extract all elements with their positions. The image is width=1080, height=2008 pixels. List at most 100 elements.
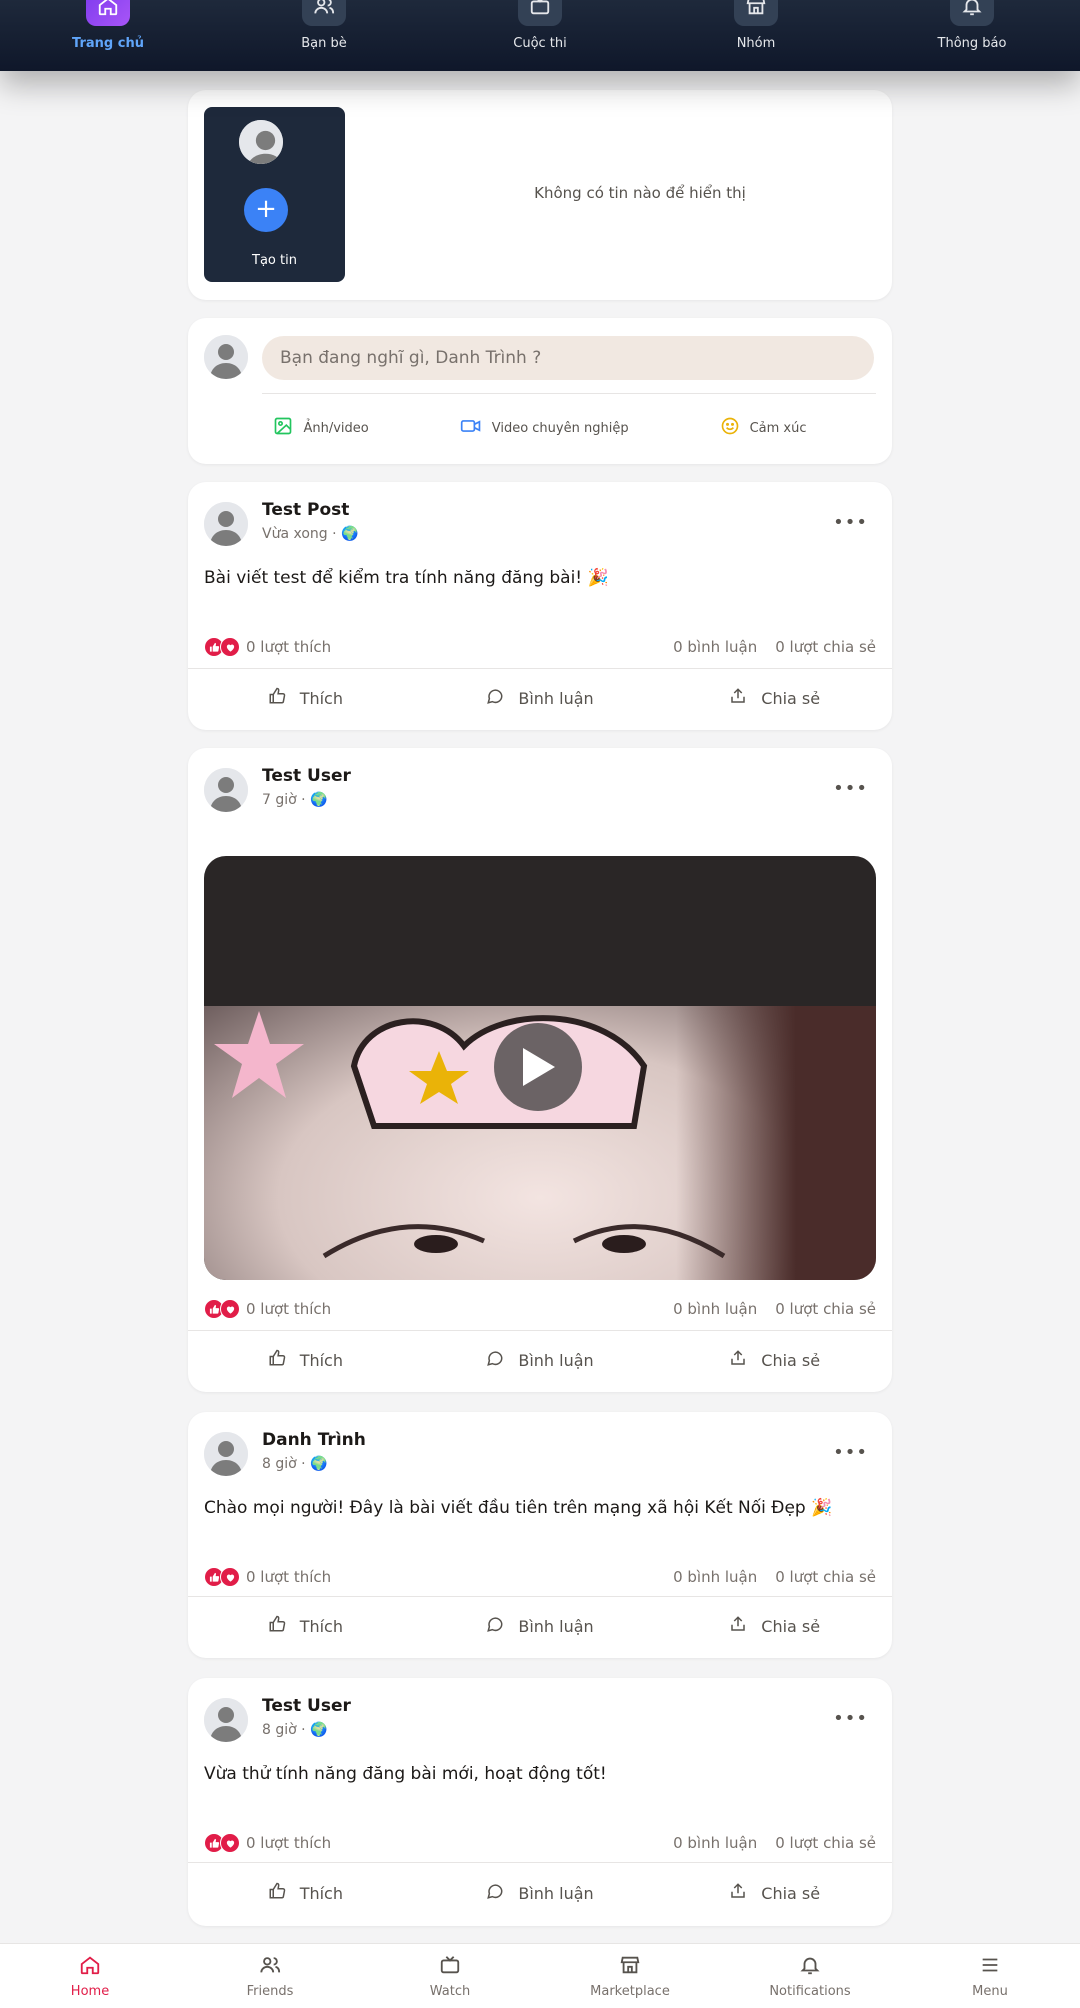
share-button[interactable]: Chia sẻ bbox=[657, 1337, 892, 1383]
bottom-nav-friends[interactable]: Friends bbox=[180, 1944, 360, 2008]
tv-icon bbox=[439, 1954, 461, 1980]
share-button[interactable]: Chia sẻ bbox=[657, 675, 892, 721]
create-story-button[interactable]: + Tạo tin bbox=[204, 107, 345, 282]
share-button[interactable]: Chia sẻ bbox=[657, 1870, 892, 1916]
divider bbox=[262, 393, 876, 394]
top-nav-label: Nhóm bbox=[736, 36, 776, 51]
like-label: Thích bbox=[299, 1616, 343, 1636]
like-button[interactable]: Thích bbox=[188, 675, 423, 721]
comment-count[interactable]: 0 bình luận bbox=[673, 1300, 757, 1318]
top-nav-item-contests[interactable]: Cuộc thi bbox=[432, 0, 648, 71]
post-actions: Thích Bình luận Chia sẻ bbox=[188, 675, 892, 721]
compose-input[interactable]: Bạn đang nghĩ gì, Danh Trình ? bbox=[262, 336, 874, 380]
post-stats: 0 lượt thích 0 bình luận 0 lượt chia sẻ bbox=[204, 1297, 876, 1321]
post-text: Vừa thử tính năng đăng bài mới, hoạt độn… bbox=[204, 1764, 607, 1784]
friends-icon bbox=[259, 1954, 281, 1980]
top-nav-item-friends[interactable]: Bạn bè bbox=[216, 0, 432, 71]
home-icon bbox=[79, 1954, 101, 1980]
post-author[interactable]: Test Post bbox=[262, 500, 349, 520]
feeling-button[interactable]: Cảm xúc bbox=[720, 414, 807, 442]
share-icon bbox=[729, 687, 747, 709]
thumbs-up-icon bbox=[268, 1349, 286, 1371]
image-icon bbox=[273, 416, 293, 440]
thumbs-up-icon bbox=[268, 1615, 286, 1637]
like-count[interactable]: 0 lượt thích bbox=[246, 638, 331, 656]
play-icon[interactable] bbox=[494, 1023, 582, 1111]
more-options-icon[interactable]: ••• bbox=[833, 512, 868, 533]
reaction-icons bbox=[204, 1567, 240, 1587]
tv-icon bbox=[518, 0, 562, 26]
post-actions: Thích Bình luận Chia sẻ bbox=[188, 1870, 892, 1916]
post-card: Danh Trình 8 giờ · 🌍 ••• Chào mọi người!… bbox=[188, 1412, 892, 1658]
share-icon bbox=[729, 1349, 747, 1371]
create-story-label: Tạo tin bbox=[252, 253, 297, 268]
more-options-icon[interactable]: ••• bbox=[833, 778, 868, 799]
like-button[interactable]: Thích bbox=[188, 1337, 423, 1383]
bottom-nav-marketplace[interactable]: Marketplace bbox=[540, 1944, 720, 2008]
post-composer: Bạn đang nghĩ gì, Danh Trình ? Ảnh/video… bbox=[188, 318, 892, 464]
comment-count[interactable]: 0 bình luận bbox=[673, 1568, 757, 1586]
post-video[interactable] bbox=[204, 856, 876, 1280]
like-label: Thích bbox=[299, 1350, 343, 1370]
like-count[interactable]: 0 lượt thích bbox=[246, 1834, 331, 1852]
bottom-nav-label: Marketplace bbox=[590, 1983, 670, 1999]
like-button[interactable]: Thích bbox=[188, 1870, 423, 1916]
reaction-icons bbox=[204, 1833, 240, 1853]
like-count[interactable]: 0 lượt thích bbox=[246, 1568, 331, 1586]
heart-reaction-icon bbox=[220, 637, 240, 657]
comment-button[interactable]: Bình luận bbox=[423, 1603, 658, 1649]
comment-button[interactable]: Bình luận bbox=[423, 675, 658, 721]
share-button[interactable]: Chia sẻ bbox=[657, 1603, 892, 1649]
avatar[interactable] bbox=[204, 502, 248, 546]
top-nav-label: Bạn bè bbox=[301, 36, 347, 51]
bottom-nav-label: Notifications bbox=[769, 1983, 851, 1999]
divider bbox=[188, 1596, 892, 1597]
smiley-icon bbox=[720, 416, 740, 440]
top-nav-item-home[interactable]: Trang chủ bbox=[0, 0, 216, 71]
comment-button[interactable]: Bình luận bbox=[423, 1870, 658, 1916]
pro-video-button[interactable]: Video chuyên nghiệp bbox=[460, 414, 629, 442]
bottom-nav-label: Menu bbox=[972, 1983, 1008, 1999]
avatar[interactable] bbox=[204, 768, 248, 812]
like-button[interactable]: Thích bbox=[188, 1603, 423, 1649]
share-label: Chia sẻ bbox=[761, 1616, 821, 1636]
share-count[interactable]: 0 lượt chia sẻ bbox=[775, 1300, 876, 1318]
post-author[interactable]: Test User bbox=[262, 1696, 351, 1716]
avatar bbox=[239, 120, 283, 164]
comment-label: Bình luận bbox=[518, 1350, 594, 1370]
divider bbox=[188, 1330, 892, 1331]
bottom-nav-notifications[interactable]: Notifications bbox=[720, 1944, 900, 2008]
top-nav-label: Thông báo bbox=[937, 36, 1007, 51]
avatar[interactable] bbox=[204, 1698, 248, 1742]
photo-video-button[interactable]: Ảnh/video bbox=[273, 414, 369, 442]
post-card: Test User 8 giờ · 🌍 ••• Vừa thử tính năn… bbox=[188, 1678, 892, 1926]
bottom-nav-home[interactable]: Home bbox=[0, 1944, 180, 2008]
share-count[interactable]: 0 lượt chia sẻ bbox=[775, 638, 876, 656]
post-card: Test User 7 giờ · 🌍 ••• 0 lượt thích 0 b… bbox=[188, 748, 892, 1392]
more-options-icon[interactable]: ••• bbox=[833, 1708, 868, 1729]
share-count[interactable]: 0 lượt chia sẻ bbox=[775, 1834, 876, 1852]
post-text: Chào mọi người! Đây là bài viết đầu tiên… bbox=[204, 1498, 833, 1518]
share-count[interactable]: 0 lượt chia sẻ bbox=[775, 1568, 876, 1586]
like-count[interactable]: 0 lượt thích bbox=[246, 1300, 331, 1318]
top-nav-item-notifications[interactable]: Thông báo bbox=[864, 0, 1080, 71]
comment-count[interactable]: 0 bình luận bbox=[673, 1834, 757, 1852]
comment-label: Bình luận bbox=[518, 1883, 594, 1903]
comment-button[interactable]: Bình luận bbox=[423, 1337, 658, 1383]
top-nav-label: Trang chủ bbox=[72, 36, 144, 51]
top-nav-item-groups[interactable]: Nhóm bbox=[648, 0, 864, 71]
feeling-label: Cảm xúc bbox=[749, 420, 807, 436]
share-label: Chia sẻ bbox=[761, 1883, 821, 1903]
avatar[interactable] bbox=[204, 1432, 248, 1476]
post-author[interactable]: Danh Trình bbox=[262, 1430, 366, 1450]
bottom-nav-watch[interactable]: Watch bbox=[360, 1944, 540, 2008]
more-options-icon[interactable]: ••• bbox=[833, 1442, 868, 1463]
bottom-nav-menu[interactable]: Menu bbox=[900, 1944, 1080, 2008]
comment-count[interactable]: 0 bình luận bbox=[673, 638, 757, 656]
bell-icon bbox=[950, 0, 994, 26]
top-nav: Trang chủ Bạn bè Cuộc thi Nhóm Thông báo bbox=[0, 0, 1080, 71]
post-meta: 8 giờ · 🌍 bbox=[262, 1456, 328, 1472]
like-label: Thích bbox=[299, 688, 343, 708]
comment-icon bbox=[486, 1349, 504, 1371]
post-author[interactable]: Test User bbox=[262, 766, 351, 786]
